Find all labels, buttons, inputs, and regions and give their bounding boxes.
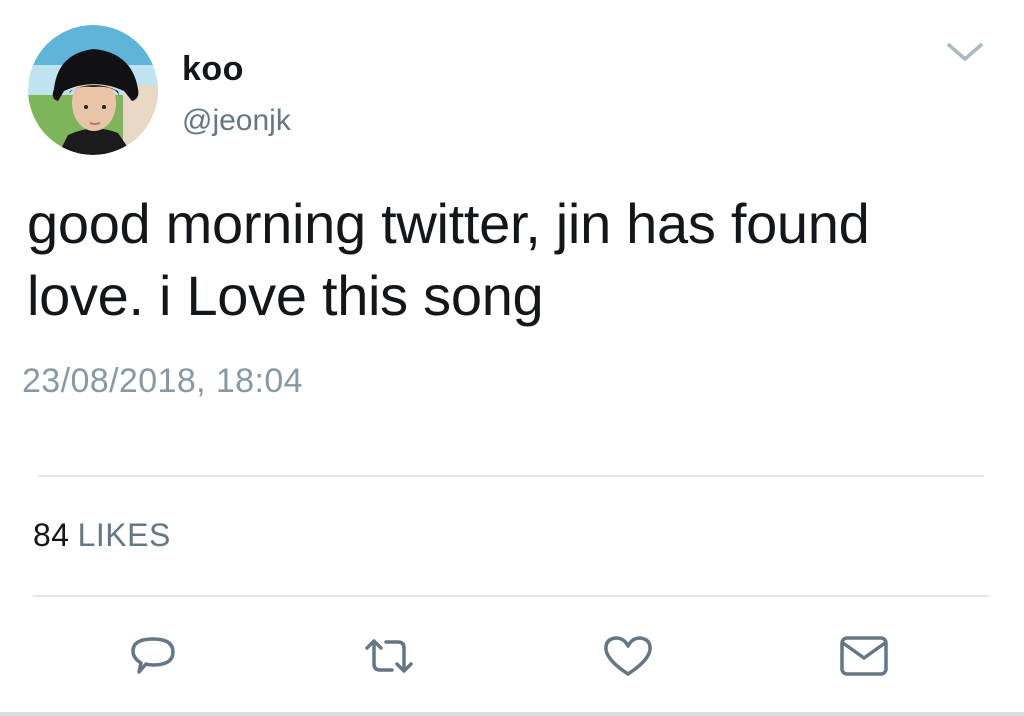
bottom-border (0, 712, 1024, 716)
divider (33, 595, 989, 597)
retweet-button[interactable] (361, 628, 417, 684)
avatar[interactable] (28, 25, 158, 155)
tweet-text: good morning twitter, jin has found love… (27, 192, 870, 327)
reply-button[interactable] (125, 628, 181, 684)
like-button[interactable] (600, 628, 656, 684)
display-name[interactable]: koo (182, 50, 244, 89)
avatar-image (28, 25, 158, 155)
retweet-icon (365, 639, 413, 673)
likes-count: 84 (33, 517, 70, 553)
heart-icon (604, 636, 652, 676)
chevron-down-icon[interactable] (942, 36, 988, 66)
envelope-icon (840, 636, 888, 676)
direct-message-button[interactable] (836, 628, 892, 684)
reply-icon (131, 637, 175, 674)
tweet-card: koo @jeonjk good morning twitter, jin ha… (0, 0, 1024, 716)
likes-label: LIKES (77, 517, 171, 553)
tweet-timestamp[interactable]: 23/08/2018, 18:04 (22, 362, 303, 401)
user-handle[interactable]: @jeonjk (182, 104, 291, 138)
likes-stat[interactable]: 84 LIKES (33, 517, 171, 554)
divider (38, 475, 984, 477)
